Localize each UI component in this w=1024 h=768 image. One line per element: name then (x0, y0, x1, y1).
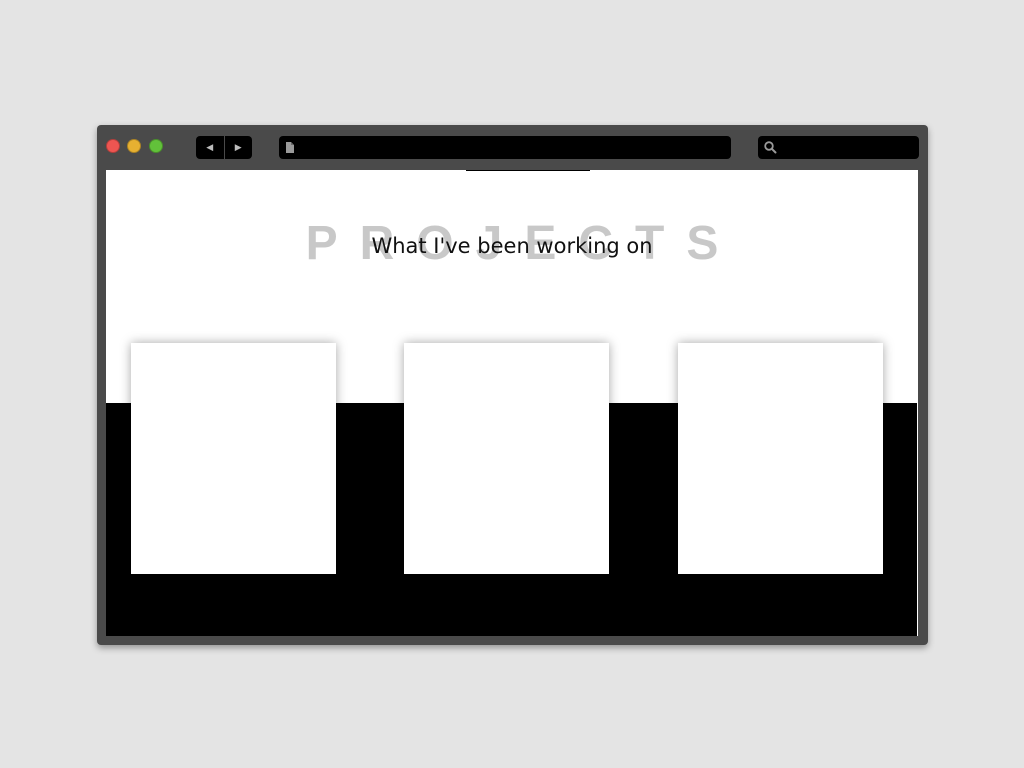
project-card-1[interactable] (131, 343, 336, 574)
top-strip (466, 170, 590, 171)
close-window-button[interactable] (106, 139, 120, 153)
back-arrow-icon: ◀ (206, 142, 214, 153)
forward-arrow-icon: ▶ (234, 142, 242, 153)
browser-window: ◀ ▶ PROJECTS What I've been working on (97, 125, 928, 645)
minimize-window-button[interactable] (127, 139, 141, 153)
maximize-window-button[interactable] (149, 139, 163, 153)
page-viewport: PROJECTS What I've been working on (106, 170, 918, 636)
forward-button[interactable]: ▶ (225, 136, 253, 159)
document-icon (286, 142, 294, 153)
navigation-buttons: ◀ ▶ (196, 136, 252, 159)
search-bar[interactable] (758, 136, 919, 159)
address-bar[interactable] (279, 136, 731, 159)
back-button[interactable]: ◀ (196, 136, 224, 159)
project-card-3[interactable] (678, 343, 883, 574)
section-subtitle: What I've been working on (371, 234, 653, 258)
project-card-2[interactable] (404, 343, 609, 574)
search-icon (764, 141, 777, 154)
